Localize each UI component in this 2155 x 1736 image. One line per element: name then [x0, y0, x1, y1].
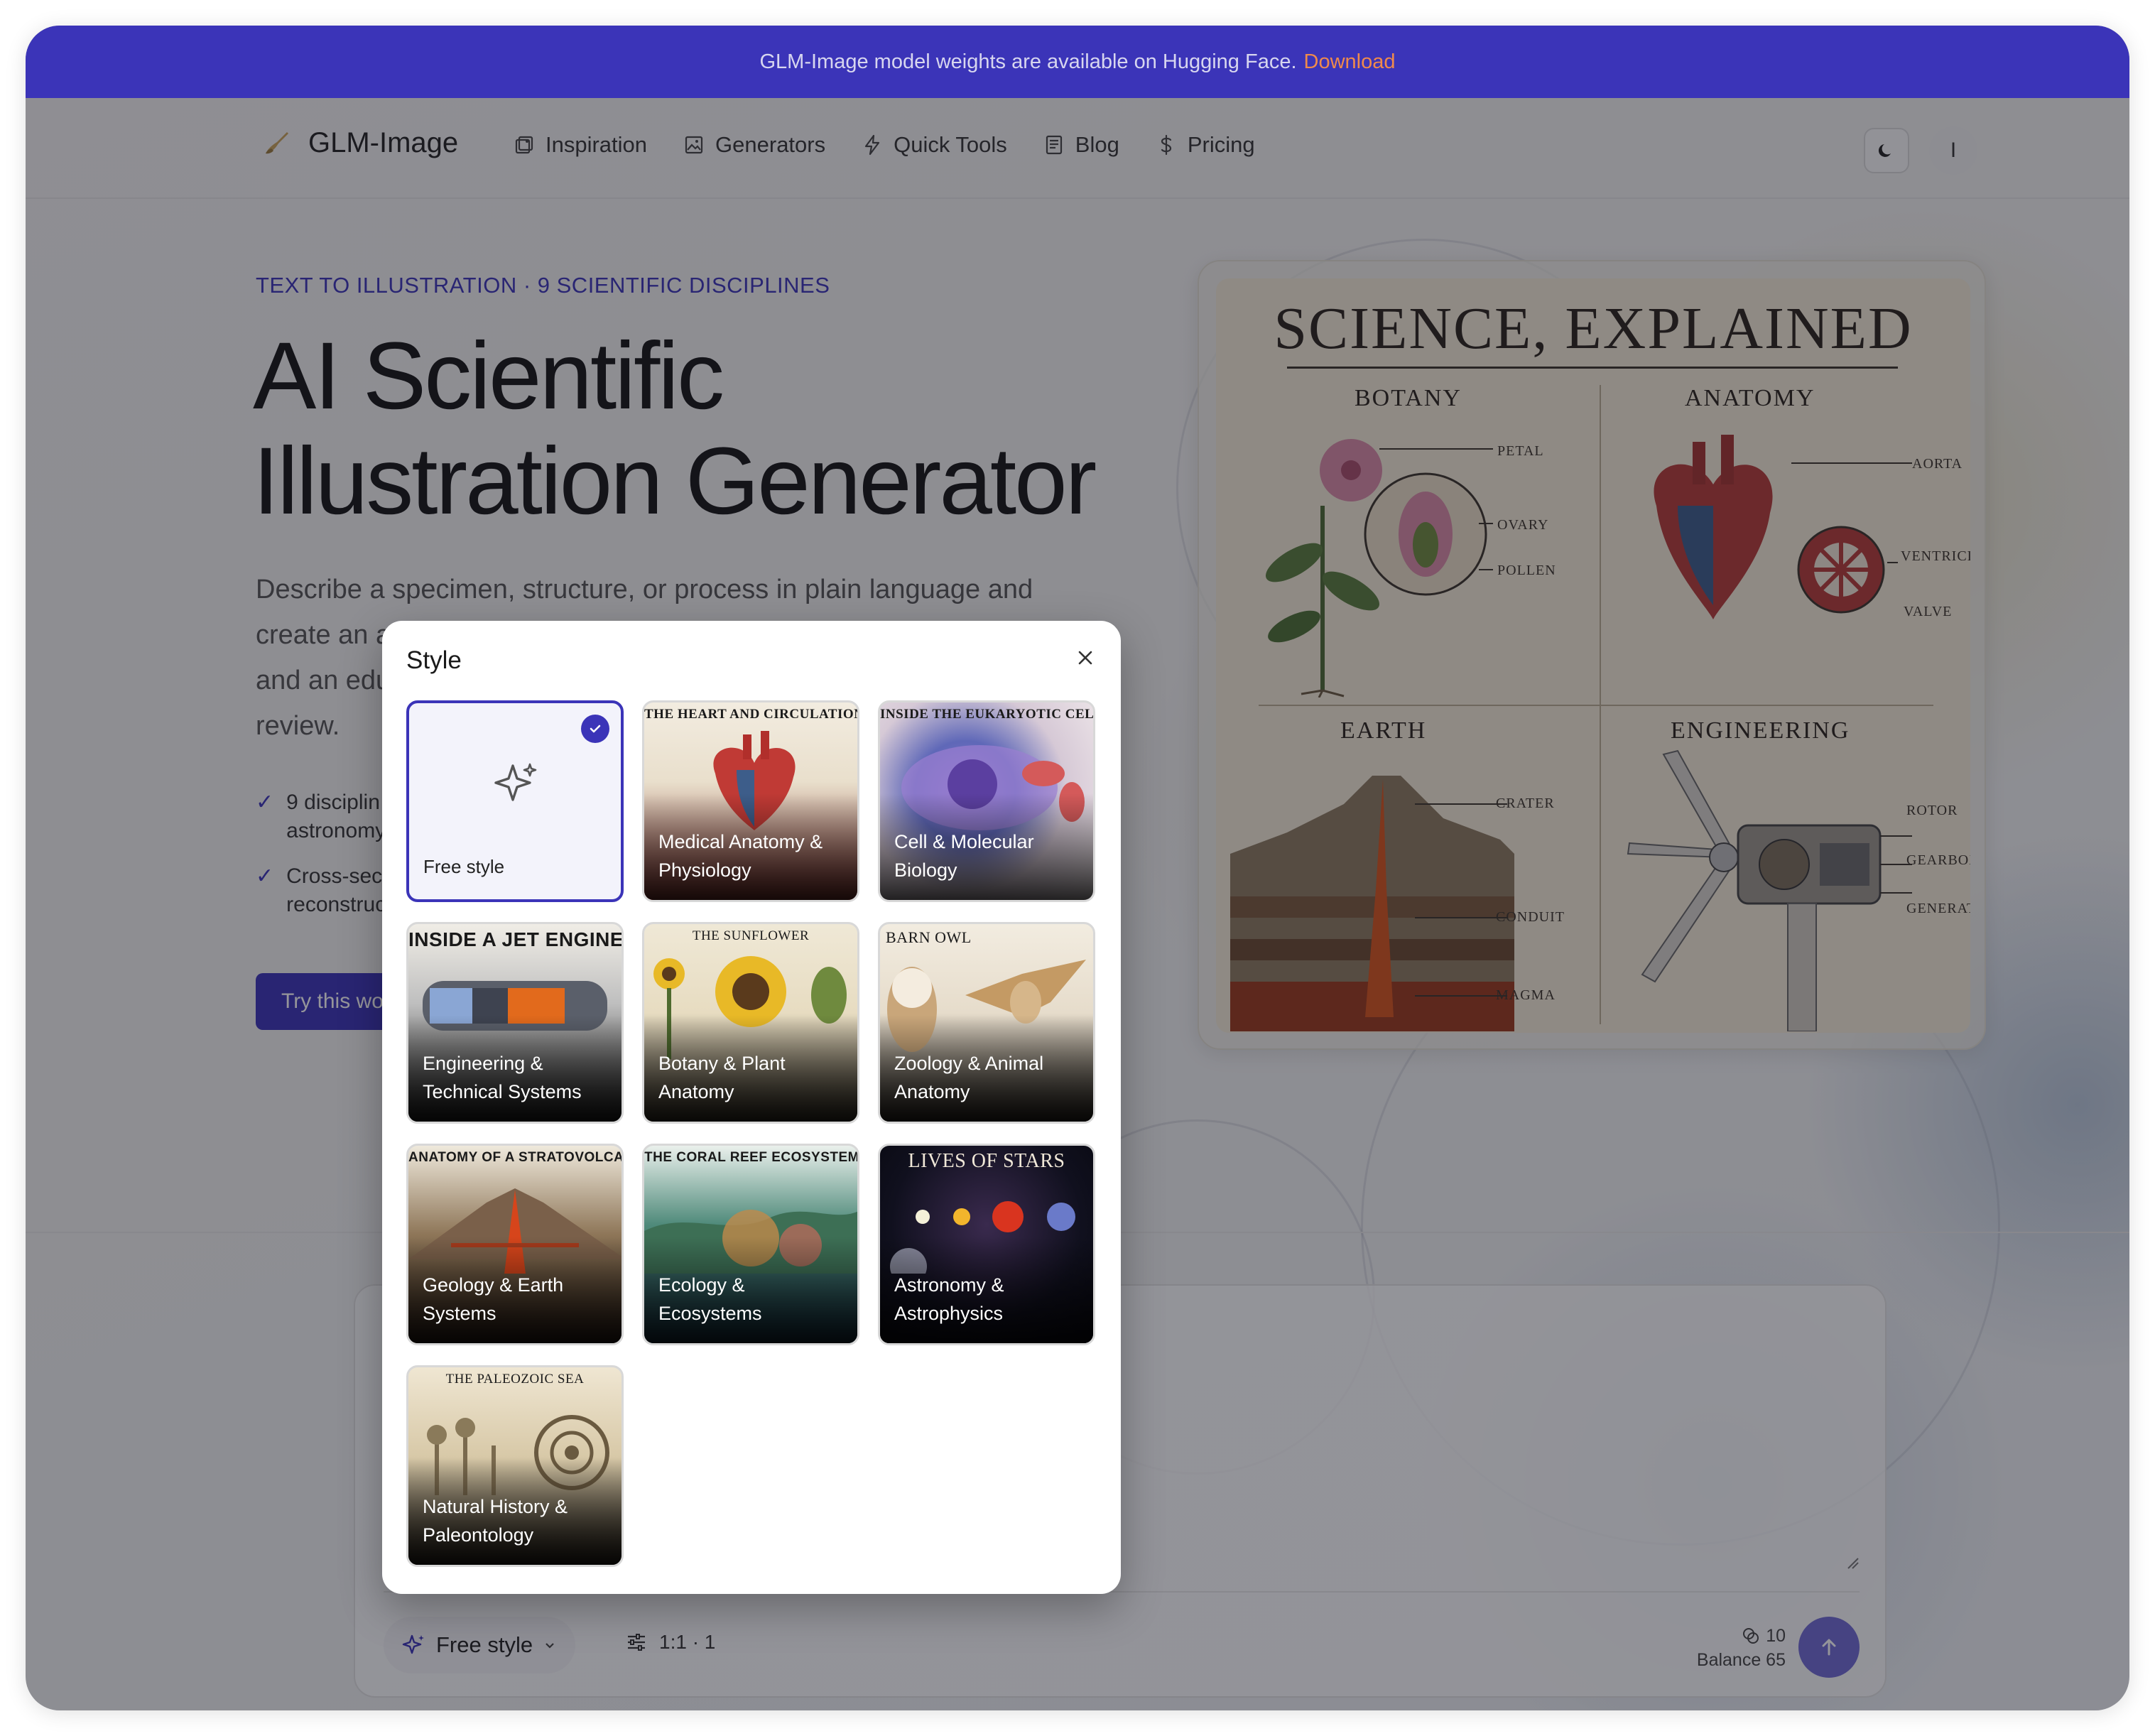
- style-modal: Style Free style THE HEART AND CIRCULATI…: [382, 621, 1121, 1594]
- thumbnail-title: ANATOMY OF A STRATOVOLCANO: [408, 1150, 621, 1165]
- banner-download-link[interactable]: Download: [1304, 50, 1396, 74]
- style-card-free-style[interactable]: Free style: [406, 700, 624, 902]
- style-grid: Free style THE HEART AND CIRCULATION Med…: [406, 700, 1095, 1567]
- thumbnail-title: THE PALEOZOIC SEA: [445, 1372, 585, 1387]
- style-card-label: Botany & Plant Anatomy: [658, 1053, 786, 1102]
- sparkle-icon: [494, 763, 537, 801]
- style-card-label: Cell & Molecular Biology: [894, 831, 1034, 881]
- thumbnail-title: THE HEART AND CIRCULATION: [644, 707, 857, 722]
- style-card-astronomy[interactable]: LIVES OF STARS Astronomy & Astrophysics: [878, 1144, 1095, 1345]
- app-frame: GLM-Image model weights are available on…: [26, 26, 2129, 1710]
- style-card-label: Engineering & Technical Systems: [423, 1053, 582, 1102]
- style-card-medical-anatomy[interactable]: THE HEART AND CIRCULATION Medical Anatom…: [642, 700, 859, 902]
- style-card-engineering[interactable]: INSIDE A JET ENGINE Engineering & Technic…: [406, 922, 624, 1124]
- thumbnail-title: INSIDE THE EUKARYOTIC CELL: [880, 707, 1093, 722]
- thumbnail-title: LIVES OF STARS: [908, 1150, 1065, 1172]
- style-card-zoology[interactable]: BARN OWL Zoology & Animal Anatomy: [878, 922, 1095, 1124]
- modal-title: Style: [406, 646, 462, 674]
- thumbnail-title: THE SUNFLOWER: [692, 928, 810, 943]
- style-card-geology[interactable]: ANATOMY OF A STRATOVOLCANO Geology & Ear…: [406, 1144, 624, 1345]
- style-card-label: Free style: [423, 856, 505, 877]
- style-card-cell-biology[interactable]: INSIDE THE EUKARYOTIC CELL Cell & Molecu…: [878, 700, 1095, 902]
- style-card-paleontology[interactable]: THE PALEOZOIC SEA Natural History & Paleo…: [406, 1365, 624, 1567]
- close-icon: [1078, 651, 1092, 665]
- style-card-ecology[interactable]: THE CORAL REEF ECOSYSTEM Ecology & Ecosys…: [642, 1144, 859, 1345]
- banner-text: GLM-Image model weights are available on…: [759, 50, 1297, 73]
- announcement-banner: GLM-Image model weights are available on…: [26, 26, 2129, 98]
- style-card-label: Medical Anatomy & Physiology: [658, 831, 823, 881]
- thumbnail-title: THE CORAL REEF ECOSYSTEM: [644, 1150, 857, 1165]
- style-card-label: Ecology & Ecosystems: [658, 1274, 762, 1324]
- style-card-label: Astronomy & Astrophysics: [894, 1274, 1004, 1324]
- close-button[interactable]: [1070, 642, 1101, 673]
- style-card-label: Natural History & Paleontology: [423, 1496, 568, 1546]
- check-icon: [581, 715, 609, 743]
- thumbnail-title: INSIDE A JET ENGINE: [408, 928, 621, 950]
- thumbnail-title: BARN OWL: [886, 928, 972, 946]
- style-card-label: Zoology & Animal Anatomy: [894, 1053, 1044, 1102]
- style-card-botany[interactable]: THE SUNFLOWER Botany & Plant Anatomy: [642, 922, 859, 1124]
- style-card-label: Geology & Earth Systems: [423, 1274, 564, 1324]
